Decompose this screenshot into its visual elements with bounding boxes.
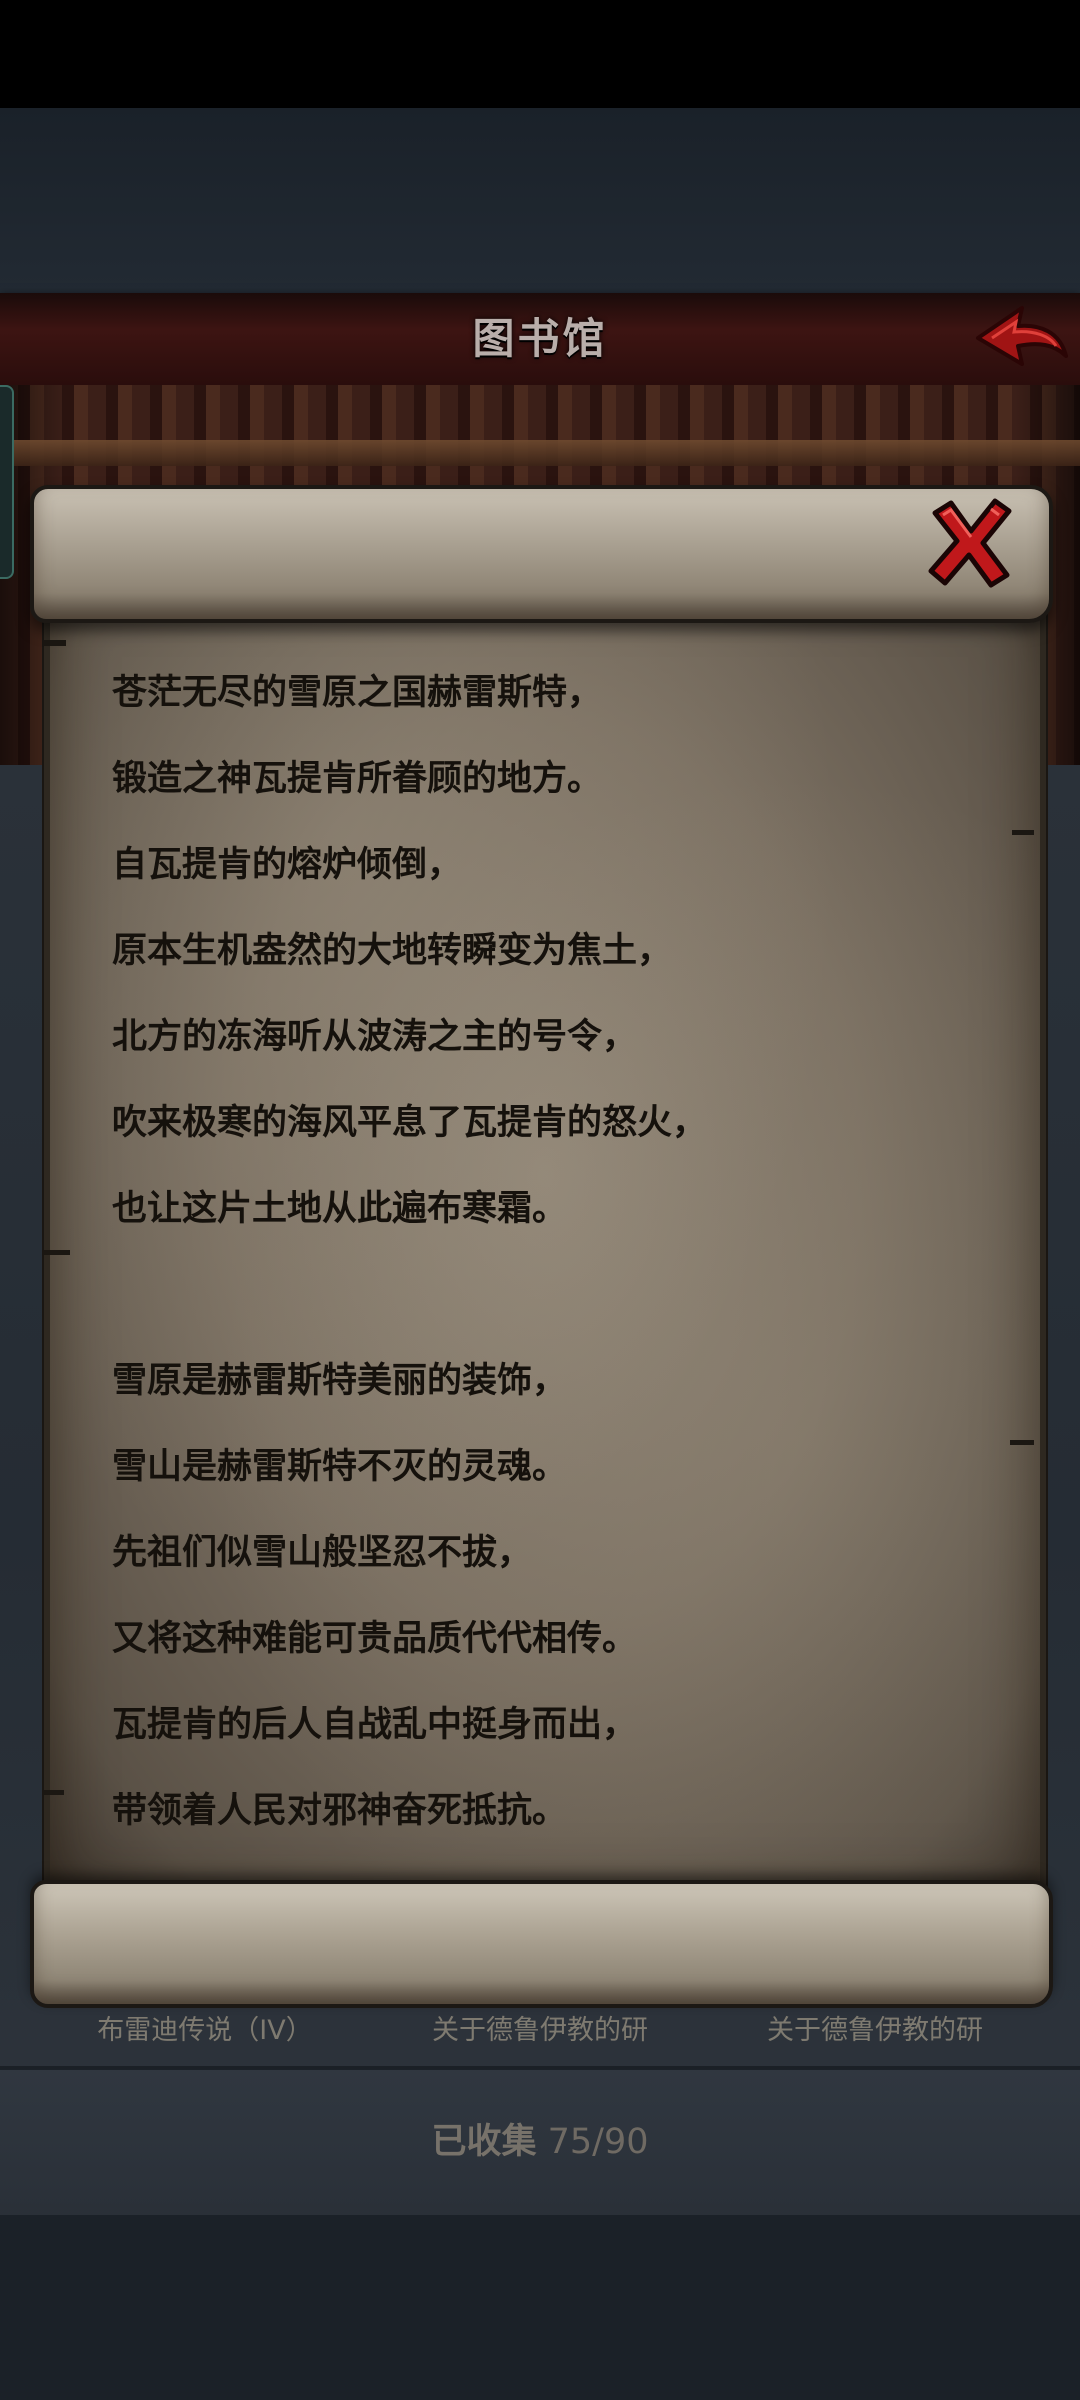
poem-line: 雪山是赫雷斯特不灭的灵魂。 xyxy=(112,1447,568,1487)
scroll-text: 苍茫无尽的雪原之国赫雷斯特， 锻造之神瓦提肯所眷顾的地方。 自瓦提肯的熔炉倾倒，… xyxy=(112,660,1012,1864)
poem-line: 又将这种难能可贵品质代代相传。 xyxy=(112,1619,638,1659)
scroll-bottom-roll xyxy=(30,1880,1053,2008)
poem-line: 原本生机盎然的大地转瞬变为焦土， xyxy=(112,931,673,971)
poem-line: 瓦提肯的后人自战乱中挺身而出， xyxy=(112,1705,638,1745)
poem-line: 也让这片土地从此遍布寒霜。 xyxy=(112,1189,568,1229)
page-title: 图书馆 xyxy=(472,314,608,363)
side-tab[interactable] xyxy=(0,385,14,579)
library-beam xyxy=(0,440,1080,466)
scroll-top-roll xyxy=(30,485,1053,623)
poem-line: 带领着人民对邪神奋死抵抗。 xyxy=(112,1791,568,1831)
collection-counter: 已收集 75/90 xyxy=(0,2110,1080,2174)
poem-line: 先祖们似雪山般坚忍不拔， xyxy=(112,1533,533,1573)
collection-count: 75/90 xyxy=(547,2122,649,2162)
scroll-tear xyxy=(1010,1440,1034,1445)
poem-line: 吹来极寒的海风平息了瓦提肯的怒火， xyxy=(112,1103,708,1143)
scroll-tear xyxy=(44,1790,64,1795)
close-x-icon xyxy=(928,498,1012,588)
poem-line: 自瓦提肯的熔炉倾倒， xyxy=(112,845,463,885)
tab-book-1[interactable]: 布雷迪传说（IV） xyxy=(60,2006,350,2056)
poem-line: 雪原是赫雷斯特美丽的装饰， xyxy=(112,1361,568,1401)
back-arrow-icon xyxy=(976,306,1068,366)
tab-book-3[interactable]: 关于德鲁伊教的研 xyxy=(735,2006,1015,2056)
poem-line: 北方的冻海听从波涛之主的号令， xyxy=(112,1017,638,1057)
stanza-gap xyxy=(112,1262,1012,1348)
scroll-tear xyxy=(1012,830,1034,835)
close-button[interactable] xyxy=(925,495,1015,590)
status-bar xyxy=(0,0,1080,108)
collection-label: 已收集 xyxy=(431,2122,537,2162)
scroll-tear xyxy=(44,1250,70,1255)
tab-book-2[interactable]: 关于德鲁伊教的研 xyxy=(400,2006,680,2056)
poem-line: 锻造之神瓦提肯所眷顾的地方。 xyxy=(112,759,603,799)
background xyxy=(0,108,1080,293)
poem-line: 苍茫无尽的雪原之国赫雷斯特， xyxy=(112,673,603,713)
header-bar: 图书馆 xyxy=(0,293,1080,389)
back-button[interactable] xyxy=(970,302,1070,372)
scroll-tear xyxy=(44,640,66,646)
